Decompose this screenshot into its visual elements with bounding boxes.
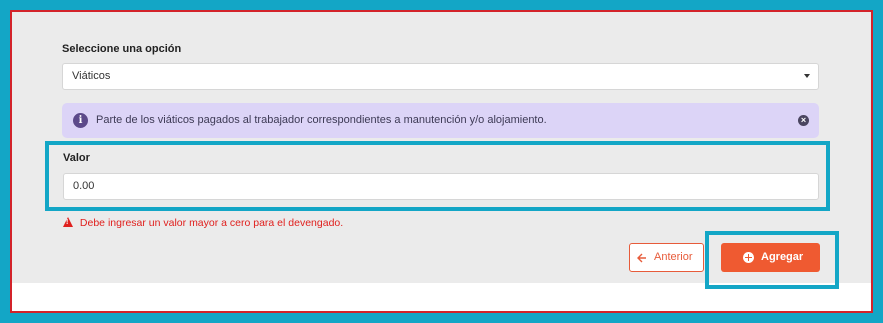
- anterior-button[interactable]: Anterior: [629, 243, 704, 272]
- valor-value: 0.00: [73, 180, 95, 192]
- warning-icon: [63, 217, 73, 227]
- info-text: Parte de los viáticos pagados al trabaja…: [96, 114, 547, 126]
- error-message: Debe ingresar un valor mayor a cero para…: [63, 217, 343, 229]
- caret-down-icon[interactable]: [804, 74, 810, 78]
- option-select[interactable]: Viáticos: [62, 63, 819, 90]
- valor-label: Valor: [63, 152, 90, 164]
- anterior-label: Anterior: [654, 251, 693, 263]
- error-text: Debe ingresar un valor mayor a cero para…: [79, 217, 344, 229]
- info-icon: i: [73, 113, 88, 128]
- close-icon[interactable]: ×: [798, 115, 809, 126]
- agregar-button[interactable]: Agregar: [721, 243, 820, 272]
- select-label: Seleccione una opción: [62, 43, 182, 55]
- arrow-left-icon: [637, 253, 646, 263]
- plus-circle-icon: [743, 252, 754, 263]
- info-alert: i Parte de los viáticos pagados al traba…: [62, 103, 819, 138]
- select-value: Viáticos: [72, 70, 111, 82]
- agregar-label: Agregar: [761, 251, 804, 263]
- valor-input[interactable]: 0.00: [63, 173, 819, 200]
